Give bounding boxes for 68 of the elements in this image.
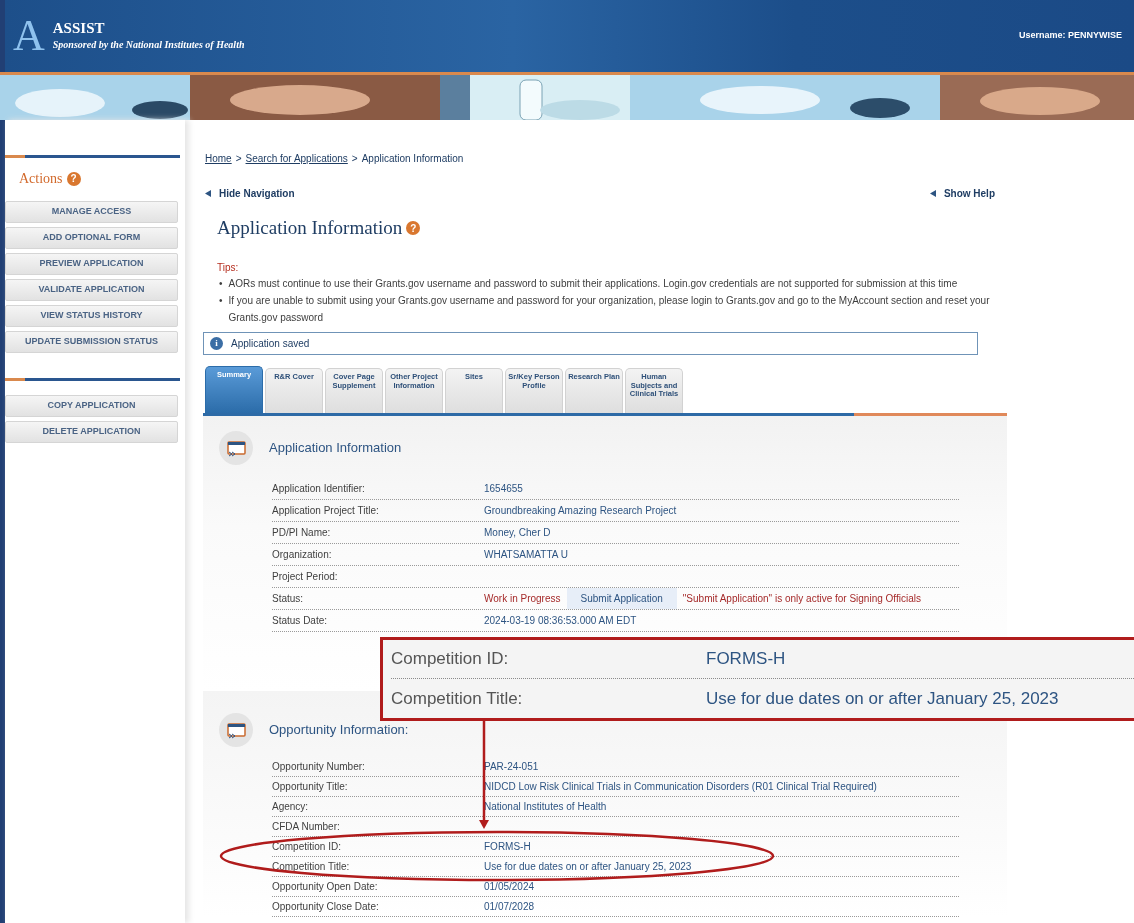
message-text: Application saved (231, 337, 310, 351)
field-label: Competition ID: (391, 648, 510, 671)
breadcrumb-current: Application Information (361, 152, 464, 163)
field-value: Use for due dates on or after January 25, 2023 (706, 687, 1059, 710)
field-value: FORMS-H (484, 840, 531, 854)
breadcrumb-link[interactable]: Home (205, 151, 232, 163)
action-button[interactable]: COPY APPLICATION (5, 395, 178, 417)
field-label: Opportunity Number: (272, 760, 366, 774)
field-value: FORMS-H (706, 648, 786, 671)
action-button[interactable]: ADD OPTIONAL FORM (5, 227, 178, 249)
section-title: Opportunity Information: (269, 721, 409, 740)
field-label: Project Period: (272, 570, 339, 584)
section-title: Application Information (269, 439, 402, 458)
hide-navigation-link[interactable]: Hide Navigation (219, 185, 295, 201)
field-label: Competition Title: (391, 687, 524, 710)
field-value: 01/07/2028 (484, 900, 535, 914)
window-icon (219, 431, 253, 465)
field-label: Status Date: (272, 614, 329, 628)
field-value: NIDCD Low Risk Clinical Trials in Communication Disorders (R01 Clinical Trial Required) (484, 780, 877, 794)
tip-text: If you are unable to submit using your Grants.gov username and password for your organization, please login to Grants.gov and go to the MyAccount section and reset your Grants.gov password (228, 294, 991, 325)
field-value: Use for due dates on or after January 25, 2023 (484, 860, 692, 874)
username: Username: PENNYWISE (1018, 29, 1122, 43)
breadcrumb-link[interactable]: Search for Applications (245, 151, 348, 163)
field-value: 2024-03-19 08:36:53.000 AM EDT (484, 614, 637, 628)
field-label: Opportunity Open Date: (272, 880, 379, 894)
actions-heading: Actions (19, 170, 63, 188)
action-button[interactable]: UPDATE SUBMISSION STATUS (5, 331, 178, 353)
field-value: Work in Progress (484, 592, 561, 606)
action-button[interactable]: VALIDATE APPLICATION (5, 279, 178, 301)
field-label: Application Project Title: (272, 504, 380, 518)
field-label: Organization: (272, 548, 333, 562)
breadcrumb-separator: > (351, 152, 358, 163)
field-label: Opportunity Title: (272, 780, 349, 794)
field-label: Status: (272, 592, 305, 606)
triangle-icon (205, 189, 211, 197)
logo-letter: A (13, 14, 45, 58)
triangle-icon (929, 189, 936, 197)
submit-button[interactable]: Submit Application (566, 588, 677, 609)
field-label: Application Identifier: (272, 482, 366, 496)
show-help-link[interactable]: Show Help (943, 185, 995, 201)
field-label: PD/PI Name: (272, 526, 332, 540)
info-icon: i (210, 337, 223, 350)
tips-label: Tips: (217, 261, 240, 272)
field-value: 1654655 (484, 482, 523, 496)
action-button[interactable]: MANAGE ACCESS (5, 201, 178, 223)
field-label: Competition Title: (272, 860, 351, 874)
field-value: WHATSAMATTA U (484, 548, 568, 562)
field-value: Money, Cher D (484, 526, 551, 540)
field-value: 01/05/2024 (484, 880, 535, 894)
breadcrumb-separator: > (235, 152, 242, 163)
tip-text: AORs must continue to use their Grants.gov username and password to submit their applications. Login.gov credentials are not supported for submission at this time (228, 277, 958, 291)
site-title: ASSIST (52, 20, 106, 37)
field-label: CFDA Number: (272, 820, 341, 834)
action-button[interactable]: PREVIEW APPLICATION (5, 253, 178, 275)
page-title: Application Information (217, 215, 403, 240)
field-label: Competition ID: (272, 840, 342, 854)
field-label: Opportunity Close Date: (272, 900, 380, 914)
window-icon (219, 713, 253, 747)
status-note: "Submit Application" is only active for Signing Officials (682, 592, 921, 606)
action-button[interactable]: DELETE APPLICATION (5, 421, 178, 443)
bullet: • (219, 277, 223, 291)
action-button[interactable]: VIEW STATUS HISTORY (5, 305, 178, 327)
field-value: PAR-24-051 (484, 760, 539, 774)
bullet: • (219, 294, 223, 308)
field-label: Agency: (272, 800, 310, 814)
site-subtitle: Sponsored by the National Institutes of Health (52, 37, 245, 52)
field-value: National Institutes of Health (484, 800, 607, 814)
field-value: Groundbreaking Amazing Research Project (484, 504, 677, 518)
